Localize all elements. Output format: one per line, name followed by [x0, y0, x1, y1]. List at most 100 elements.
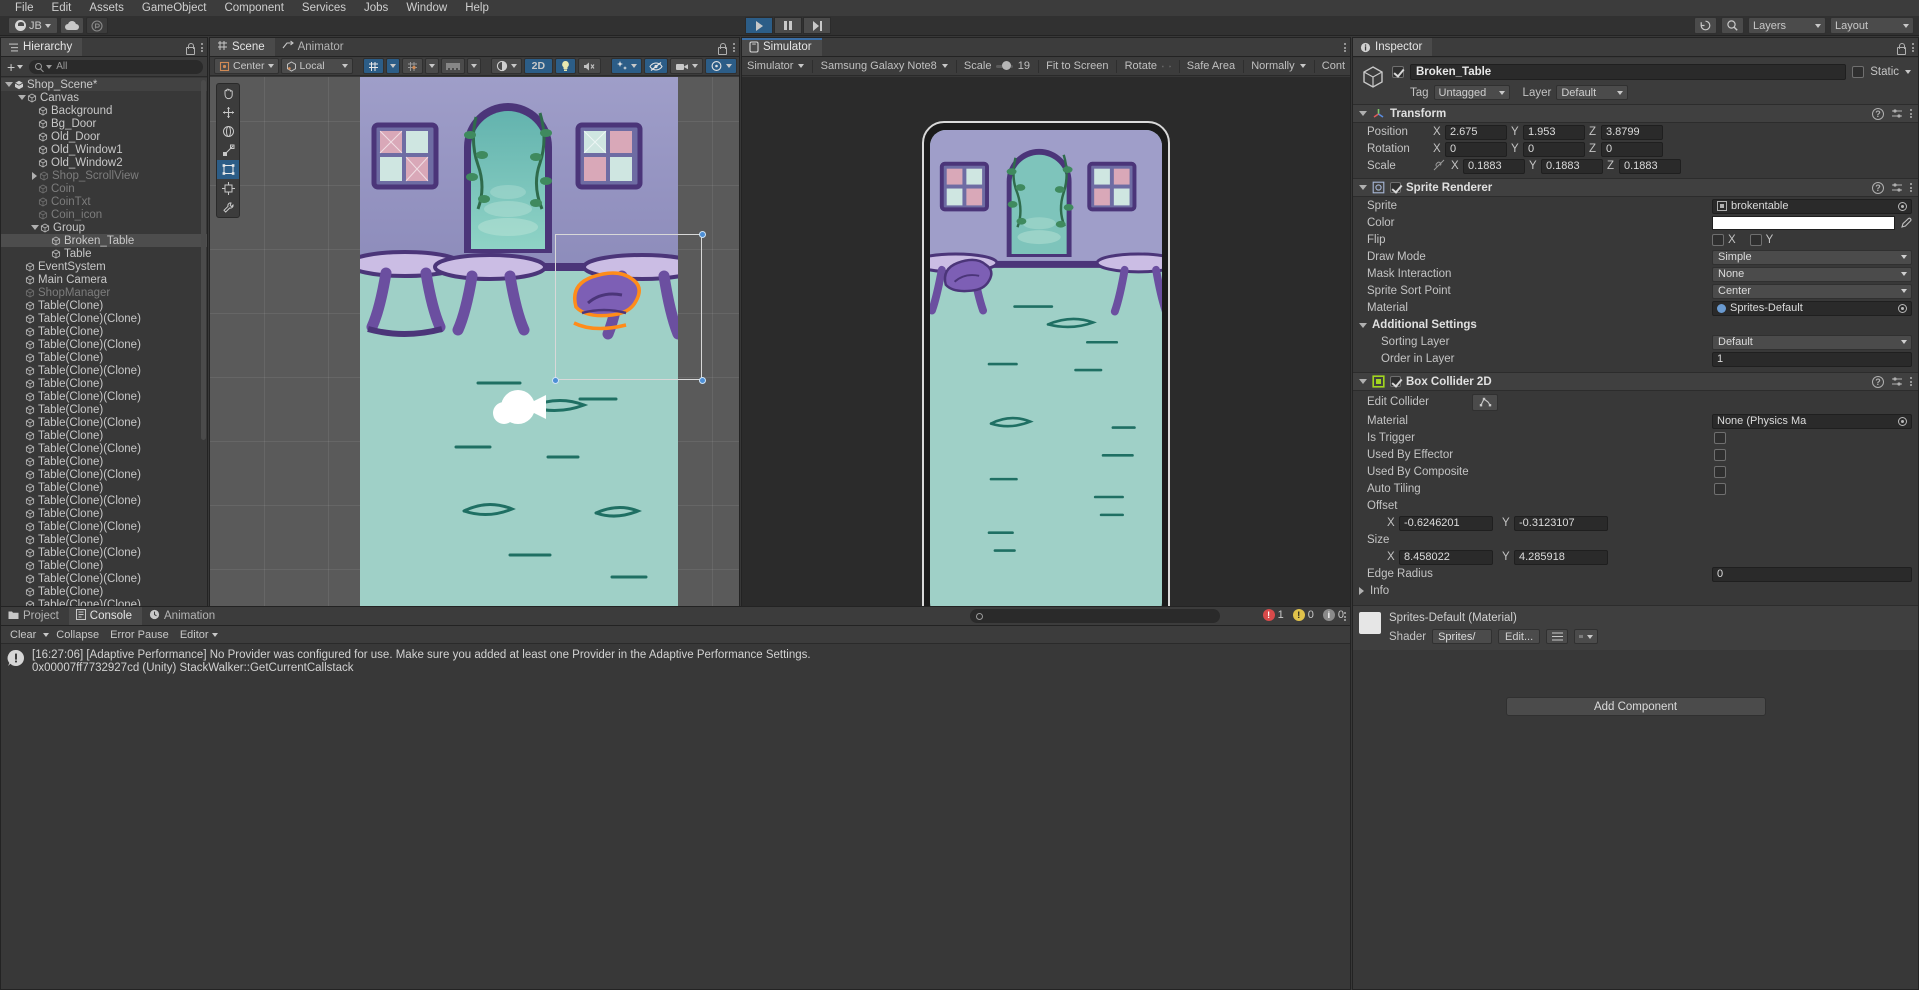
hierarchy-item-table-clone[interactable]: Table(Clone)	[1, 325, 207, 338]
lock-icon[interactable]	[1896, 42, 1906, 55]
hierarchy-item-table-clone[interactable]: Table(Clone)	[1, 455, 207, 468]
transform-rotation-x-field[interactable]: 0	[1445, 141, 1507, 157]
warning-counter[interactable]: ! 0	[1292, 609, 1314, 621]
expand-triangle-icon[interactable]	[1359, 587, 1364, 595]
rotate-ccw-icon[interactable]	[1162, 60, 1164, 73]
edit-collider-button[interactable]	[1472, 393, 1498, 411]
kebab-menu-icon[interactable]	[1344, 43, 1346, 52]
chevron-down-icon[interactable]	[798, 64, 805, 68]
menu-item-jobs[interactable]: Jobs	[355, 0, 397, 16]
hierarchy-item-table-clone-clone[interactable]: Table(Clone)(Clone)	[1, 364, 207, 377]
hierarchy-item-table-clone-clone[interactable]: Table(Clone)(Clone)	[1, 494, 207, 507]
hierarchy-item-cointxt[interactable]: CoinTxt	[1, 195, 207, 208]
tab-animation[interactable]: Animation	[142, 607, 226, 625]
hierarchy-tree[interactable]: Shop_Scene* Canvas Background Bg_Door Old_Do…	[1, 78, 207, 606]
undo-history-button[interactable]	[1694, 17, 1717, 34]
transform-tool[interactable]	[217, 179, 239, 198]
collapse-triangle-icon[interactable]	[1359, 185, 1367, 190]
selection-handle-bl[interactable]	[552, 377, 559, 384]
menu-item-services[interactable]: Services	[293, 0, 355, 16]
hierarchy-item-table-clone-clone[interactable]: Table(Clone)(Clone)	[1, 312, 207, 325]
effects-button[interactable]	[611, 58, 643, 74]
transform-position-y-field[interactable]: 1.953	[1523, 124, 1585, 140]
auto-tiling-checkbox[interactable]	[1714, 483, 1726, 495]
kebab-menu-icon[interactable]	[733, 43, 735, 52]
collapse-triangle-icon[interactable]	[1359, 379, 1367, 384]
scale-slider[interactable]	[996, 61, 1013, 70]
tab-simulator[interactable]: Simulator	[742, 38, 822, 56]
menu-item-gameobject[interactable]: GameObject	[133, 0, 216, 16]
toggle-2d-button[interactable]: 2D	[523, 58, 554, 74]
collapse-toggle[interactable]: Collapse	[52, 629, 103, 641]
chevron-down-icon[interactable]	[18, 95, 26, 100]
clear-button[interactable]: Clear	[6, 629, 40, 641]
snap-dropdown[interactable]	[424, 58, 439, 74]
material-menu-button[interactable]	[1574, 629, 1599, 644]
simulator-viewport[interactable]	[742, 77, 1350, 628]
mask-interaction-dropdown[interactable]: None	[1712, 266, 1912, 282]
hierarchy-item-old-door[interactable]: Old_Door	[1, 130, 207, 143]
sprite-renderer-enabled-checkbox[interactable]	[1390, 182, 1401, 193]
transform-scale-y-field[interactable]: 0.1883	[1541, 158, 1603, 174]
sort-point-dropdown[interactable]: Center	[1712, 283, 1912, 299]
additional-settings-header[interactable]: Additional Settings	[1353, 317, 1918, 333]
search-button[interactable]	[1721, 17, 1744, 34]
selection-handle-br[interactable]	[699, 377, 706, 384]
menu-item-help[interactable]: Help	[456, 0, 498, 16]
pause-button[interactable]	[774, 17, 802, 34]
hierarchy-item-table-clone-clone[interactable]: Table(Clone)(Clone)	[1, 572, 207, 585]
transform-position-z-field[interactable]: 3.8799	[1601, 124, 1663, 140]
hierarchy-item-table-clone[interactable]: Table(Clone)	[1, 507, 207, 520]
hierarchy-item-table-clone-clone[interactable]: Table(Clone)(Clone)	[1, 416, 207, 429]
safe-area-toggle[interactable]: Safe Area	[1187, 60, 1235, 72]
tab-animator[interactable]: Animator	[274, 38, 354, 56]
chevron-down-icon[interactable]	[941, 64, 948, 68]
menu-item-assets[interactable]: Assets	[80, 0, 133, 16]
offset-x-field[interactable]: -0.6246201	[1399, 515, 1493, 531]
hierarchy-item-table-clone[interactable]: Table(Clone)	[1, 377, 207, 390]
transform-scale-x-field[interactable]: 0.1883	[1463, 158, 1525, 174]
collapse-triangle-icon[interactable]	[1359, 111, 1367, 116]
account-button[interactable]: JB	[8, 17, 58, 34]
menu-item-component[interactable]: Component	[215, 0, 292, 16]
scene-camera-button[interactable]	[670, 58, 704, 74]
kebab-menu-icon[interactable]	[1910, 377, 1912, 386]
hierarchy-item-group[interactable]: Group	[1, 221, 207, 234]
layout-dropdown[interactable]: Layout	[1830, 17, 1914, 34]
add-component-button[interactable]: Add Component	[1505, 697, 1766, 716]
hierarchy-item-broken-table[interactable]: Broken_Table	[1, 234, 207, 247]
eyedropper-icon[interactable]	[1900, 217, 1912, 229]
size-y-field[interactable]: 4.285918	[1514, 549, 1608, 565]
error-counter[interactable]: ! 1	[1262, 609, 1284, 621]
error-pause-toggle[interactable]: Error Pause	[106, 629, 173, 641]
pivot-mode-dropdown[interactable]: Center	[214, 58, 279, 74]
help-icon[interactable]: ?	[1872, 107, 1884, 120]
lighting-toggle[interactable]	[555, 58, 577, 74]
object-picker-icon[interactable]	[1898, 416, 1907, 426]
control-panel-label[interactable]: Cont	[1322, 60, 1345, 72]
step-button[interactable]	[803, 17, 831, 34]
layer-dropdown[interactable]: Default	[1556, 85, 1629, 100]
rotate-tool[interactable]	[217, 122, 239, 141]
custom-tool[interactable]	[217, 198, 239, 217]
kebab-menu-icon[interactable]	[1344, 612, 1346, 621]
used-by-effector-checkbox[interactable]	[1714, 449, 1726, 461]
kebab-menu-icon[interactable]	[1910, 109, 1912, 118]
rect-tool[interactable]	[217, 160, 239, 179]
hierarchy-item-shop-scene[interactable]: Shop_Scene*	[1, 78, 207, 91]
chevron-down-icon[interactable]	[43, 632, 50, 637]
snap-button[interactable]	[401, 58, 423, 74]
material-list-button[interactable]	[1546, 629, 1569, 644]
tab-inspector[interactable]: Inspector	[1353, 38, 1433, 56]
hierarchy-item-table-clone[interactable]: Table(Clone)	[1, 351, 207, 364]
box-collider-2d-component-header[interactable]: Box Collider 2D ?	[1353, 372, 1918, 391]
tag-dropdown[interactable]: Untagged	[1433, 85, 1510, 100]
collapse-triangle-icon[interactable]	[1359, 322, 1367, 328]
box-collider-enabled-checkbox[interactable]	[1390, 376, 1401, 387]
play-button[interactable]	[745, 17, 773, 34]
shader-edit-button[interactable]: Edit...	[1498, 629, 1541, 644]
resolution-dropdown[interactable]: Normally	[1251, 60, 1294, 72]
hierarchy-item-main-camera[interactable]: Main Camera	[1, 273, 207, 286]
menu-item-file[interactable]: File	[6, 0, 43, 16]
hierarchy-item-table-clone-clone[interactable]: Table(Clone)(Clone)	[1, 468, 207, 481]
